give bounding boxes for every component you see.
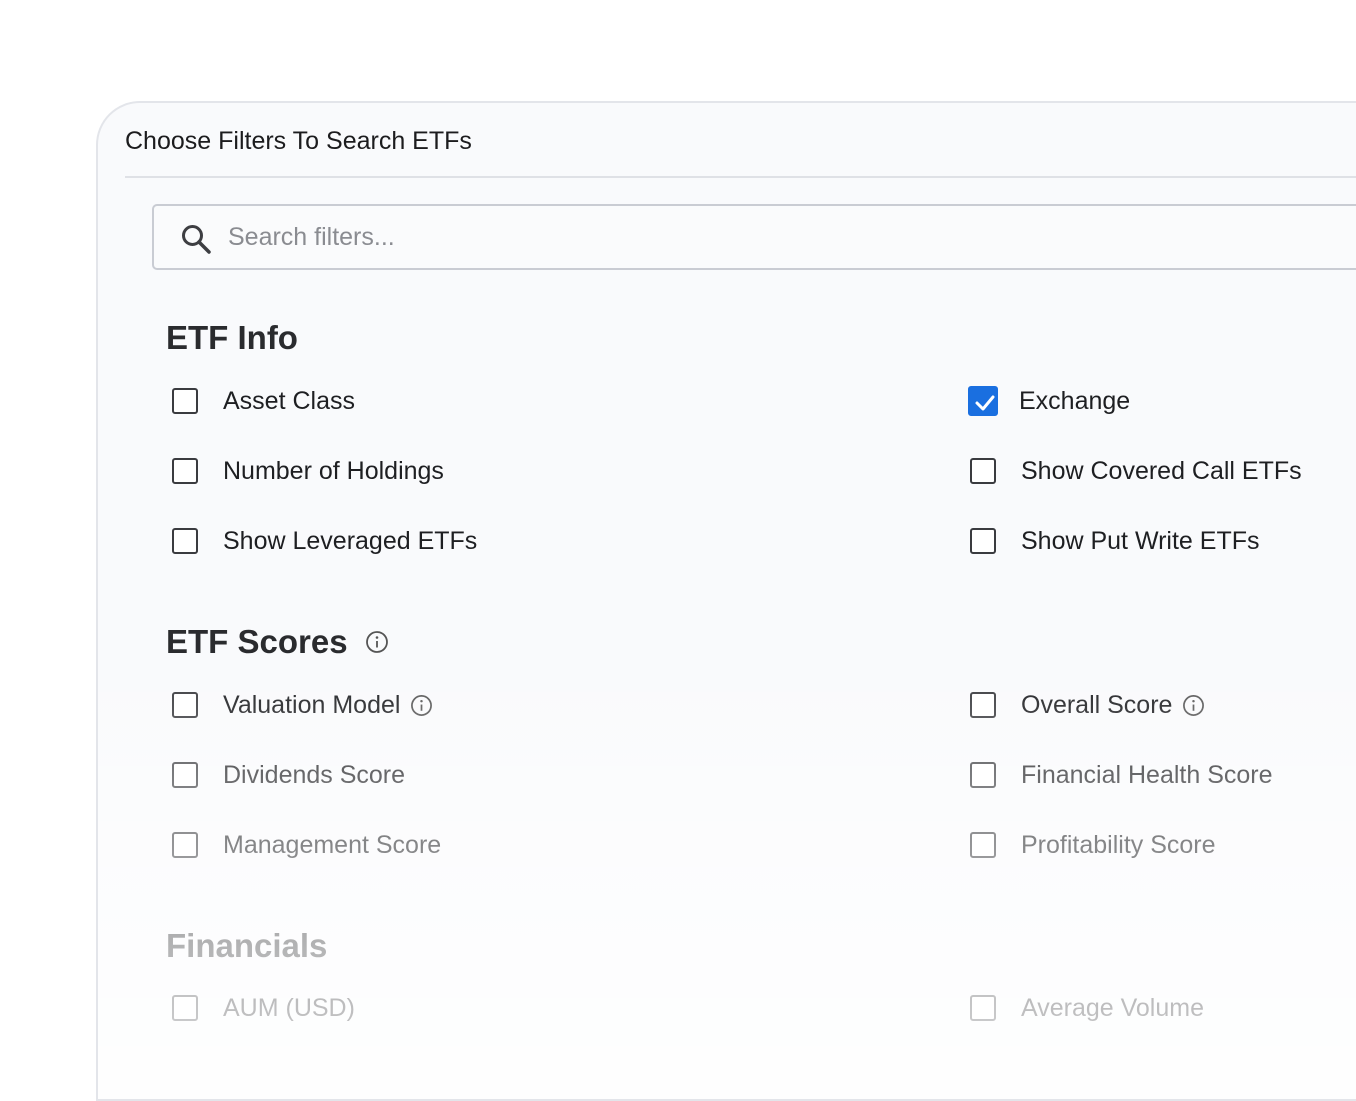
panel-title: Choose Filters To Search ETFs (125, 127, 472, 155)
filter-financial-health-score[interactable]: Financial Health Score (970, 757, 1273, 793)
filter-number-of-holdings[interactable]: Number of Holdings (172, 453, 444, 489)
filter-exchange[interactable]: Exchange (968, 383, 1130, 419)
filter-label: Dividends Score (223, 760, 406, 789)
section-title-etf-scores: ETF Scores (166, 623, 348, 660)
filter-overall-score[interactable]: Overall Score (970, 687, 1205, 723)
checkbox[interactable] (172, 528, 198, 554)
divider (125, 176, 1356, 178)
checkbox[interactable] (970, 692, 996, 718)
filter-label: Exchange (1019, 386, 1131, 415)
filter-label: Show Leveraged ETFs (223, 526, 478, 555)
fade-overlay (98, 663, 1356, 1099)
check-icon (975, 395, 995, 411)
info-icon[interactable] (1182, 694, 1205, 717)
filter-label: Financial Health Score (1021, 760, 1273, 789)
checkbox-checked[interactable] (968, 386, 998, 416)
filter-management-score[interactable]: Management Score (172, 827, 441, 863)
checkbox[interactable] (970, 458, 996, 484)
filter-label: Overall Score (1021, 690, 1173, 719)
checkbox[interactable] (970, 832, 996, 858)
filter-label: Number of Holdings (223, 456, 444, 485)
filter-profitability-score[interactable]: Profitability Score (970, 827, 1216, 863)
filter-show-covered-call-etfs[interactable]: Show Covered Call ETFs (970, 453, 1302, 489)
filter-panel: Choose Filters To Search ETFs ETF Info A… (96, 101, 1356, 1101)
checkbox[interactable] (172, 388, 198, 414)
filter-asset-class[interactable]: Asset Class (172, 383, 355, 419)
filter-show-leveraged-etfs[interactable]: Show Leveraged ETFs (172, 523, 477, 559)
filter-label: AUM (USD) (223, 993, 355, 1022)
section-title-financials: Financials (166, 927, 328, 964)
filter-show-put-write-etfs[interactable]: Show Put Write ETFs (970, 523, 1260, 559)
search-box[interactable] (152, 204, 1356, 270)
checkbox[interactable] (970, 528, 996, 554)
filter-label: Show Covered Call ETFs (1021, 456, 1302, 485)
filter-label: Valuation Model (223, 690, 401, 719)
info-icon[interactable] (410, 694, 433, 717)
checkbox[interactable] (172, 832, 198, 858)
section-title-etf-info: ETF Info (166, 319, 298, 356)
filter-label: Show Put Write ETFs (1021, 526, 1260, 555)
filter-label: Asset Class (223, 386, 355, 415)
checkbox[interactable] (970, 762, 996, 788)
filter-label: Average Volume (1021, 993, 1204, 1022)
filter-label: Profitability Score (1021, 830, 1216, 859)
checkbox[interactable] (172, 458, 198, 484)
search-icon (182, 225, 211, 254)
info-icon[interactable] (365, 630, 389, 654)
checkbox[interactable] (970, 995, 996, 1021)
filter-average-volume[interactable]: Average Volume (970, 990, 1204, 1026)
checkbox[interactable] (172, 762, 198, 788)
filter-dividends-score[interactable]: Dividends Score (172, 757, 405, 793)
filter-label: Management Score (223, 830, 442, 859)
checkbox[interactable] (172, 692, 198, 718)
filter-valuation-model[interactable]: Valuation Model (172, 687, 433, 723)
filter-aum-usd[interactable]: AUM (USD) (172, 990, 355, 1026)
checkbox[interactable] (172, 995, 198, 1021)
search-input[interactable] (228, 206, 1328, 268)
